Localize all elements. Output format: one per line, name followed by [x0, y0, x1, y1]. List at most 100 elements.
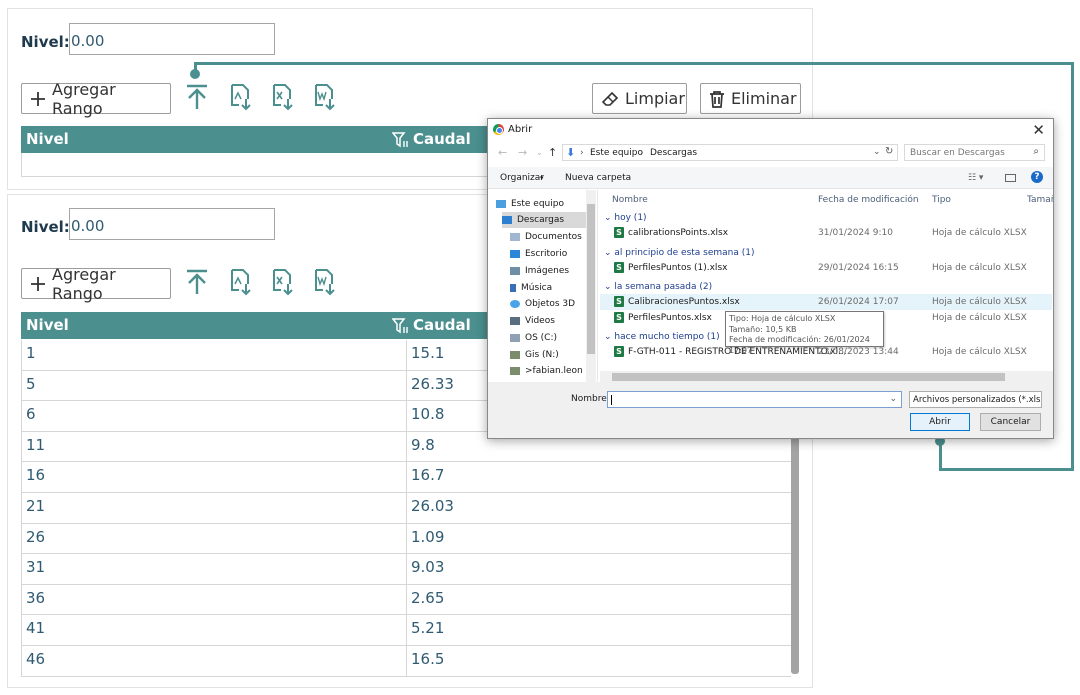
table-row[interactable]: 36 2.65	[21, 584, 791, 616]
nivel-input[interactable]	[69, 208, 275, 240]
nav-label: Música	[521, 283, 553, 293]
drive-icon	[510, 334, 520, 342]
table-row[interactable]: 46 16.5	[21, 645, 791, 677]
file-type-filter[interactable]: Archivos personalizados (*.xlsx;	[909, 391, 1042, 408]
desktop-icon	[510, 250, 520, 258]
filter-icon[interactable]	[391, 318, 408, 338]
file-tooltip: Tipo: Hoja de cálculo XLSX Tamaño: 10,5 …	[725, 311, 884, 355]
table-row[interactable]: 21 26.03	[21, 492, 791, 524]
network-drive-icon	[510, 351, 520, 359]
group-hoy[interactable]: ⌄ hoy (1)	[604, 213, 647, 223]
nav-item-descargas[interactable]: Descargas	[502, 212, 586, 228]
table-row[interactable]: 31 9.03	[21, 554, 791, 585]
search-input[interactable]: Buscar en Descargas ⌕	[904, 144, 1045, 161]
filter-label: Archivos personalizados (*.xlsx;	[913, 395, 1042, 405]
objects-3d-icon	[510, 300, 520, 308]
forward-arrow-icon[interactable]: →	[518, 146, 527, 159]
address-bar[interactable]: ⬇ › Este equipo › Descargas ⌄ ↻	[562, 144, 898, 161]
delete-button[interactable]: Eliminar	[700, 83, 801, 114]
upload-icon[interactable]	[184, 268, 210, 296]
file-row[interactable]: S PerfilesPuntos (1).xlsx 29/01/2024 16:15…	[600, 260, 1052, 276]
open-button[interactable]: Abrir	[910, 413, 970, 431]
upload-icon[interactable]	[184, 83, 210, 111]
delete-label: Eliminar	[731, 89, 797, 108]
preview-pane-icon[interactable]	[1005, 174, 1016, 182]
nivel-input[interactable]	[69, 23, 275, 55]
tooltip-line: Tamaño: 10,5 KB	[729, 324, 797, 334]
nivel-cell: 11	[22, 431, 407, 462]
back-arrow-icon[interactable]: ←	[498, 146, 507, 159]
file-row[interactable]: S CalibracionesPuntos.xlsx 26/01/2024 17:0…	[600, 294, 1052, 310]
group-principio-semana[interactable]: ⌄ al principio de esta semana (1)	[604, 248, 755, 258]
search-placeholder: Buscar en Descargas	[910, 148, 1005, 158]
nav-item-este-equipo[interactable]: Este equipo	[496, 196, 586, 212]
table-row[interactable]: 16 16.7	[21, 462, 791, 493]
organize-menu[interactable]: Organizar	[500, 173, 544, 183]
nav-scroll-thumb[interactable]	[587, 204, 595, 354]
clear-label: Limpiar	[625, 89, 685, 108]
dialog-title: Abrir	[508, 124, 533, 135]
nav-scrollbar[interactable]	[586, 190, 596, 382]
file-row[interactable]: ScalibrationsPoints.xlsx 31/01/2024 9:10 H…	[600, 225, 1052, 241]
group-semana-pasada[interactable]: ⌄ la semana pasada (2)	[604, 282, 712, 292]
chrome-logo-icon	[493, 124, 504, 135]
search-icon: ⌕	[1033, 146, 1039, 157]
nav-item-fabian-leon[interactable]: >fabian.leon (P:)	[510, 363, 586, 379]
trash-icon	[709, 90, 725, 108]
hscroll-thumb[interactable]	[612, 373, 1005, 381]
nav-label: Gis (N:)	[525, 350, 559, 360]
nivel-cell: 31	[22, 554, 407, 584]
caret-down-icon[interactable]: ▾	[540, 174, 544, 182]
crumb-este-equipo[interactable]: Este equipo	[590, 148, 643, 158]
col-nombre[interactable]: Nombre	[612, 195, 648, 205]
col-tamano[interactable]: Tamaño	[1027, 195, 1053, 205]
chevron-down-icon[interactable]: ⌄	[873, 147, 881, 157]
file-date: 29/01/2024 16:15	[818, 263, 899, 273]
table-row[interactable]: 41 5.21	[21, 615, 791, 646]
view-options-icon[interactable]: ☷ ▾	[968, 173, 983, 183]
download-arrow-icon: ⬇	[566, 146, 576, 159]
help-icon[interactable]: ?	[1031, 171, 1043, 183]
file-list-hscrollbar[interactable]	[600, 371, 1053, 382]
download-word-icon[interactable]	[312, 268, 338, 296]
group-hace-mucho[interactable]: ⌄ hace mucho tiempo (1)	[604, 332, 720, 342]
chevron-down-icon[interactable]: ⌄	[889, 394, 897, 404]
file-type: Hoja de cálculo XLSX	[932, 263, 1027, 273]
nav-label: Imágenes	[525, 266, 570, 276]
table-row[interactable]: 26 1.09	[21, 523, 791, 555]
up-arrow-icon[interactable]: ↑	[548, 146, 557, 159]
download-pdf-icon[interactable]	[228, 83, 254, 111]
caudal-cell: 16.7	[411, 466, 445, 485]
music-icon	[510, 284, 516, 292]
new-folder-button[interactable]: Nueva carpeta	[565, 173, 631, 183]
filename-input[interactable]: ⌄	[607, 391, 902, 408]
chevron-down-icon[interactable]: ⌄	[536, 148, 543, 157]
col-fecha[interactable]: Fecha de modificación	[818, 195, 919, 205]
caudal-cell: 16.5	[411, 649, 445, 668]
nivel-cell: 46	[22, 645, 407, 676]
refresh-icon[interactable]: ↻	[885, 146, 893, 157]
clear-button[interactable]: Limpiar	[592, 83, 687, 114]
caudal-cell: 2.65	[411, 588, 445, 607]
download-excel-icon[interactable]	[270, 83, 296, 111]
download-word-icon[interactable]	[312, 83, 338, 111]
download-excel-icon[interactable]	[270, 268, 296, 296]
nivel-cell: 1	[22, 340, 407, 370]
close-icon[interactable]: ✕	[1032, 121, 1045, 139]
add-range-button[interactable]: Agregar Rango	[21, 265, 171, 303]
caudal-cell: 1.09	[411, 527, 445, 546]
download-pdf-icon[interactable]	[228, 268, 254, 296]
navigation-pane: Este equipo Descargas Documentos Escrito…	[488, 190, 598, 382]
filter-icon[interactable]	[391, 132, 408, 152]
add-range-label: Agregar Rango	[52, 79, 116, 118]
network-drive-icon	[510, 367, 520, 375]
excel-file-icon: S	[614, 262, 624, 273]
file-type: Hoja de cálculo XLSX	[932, 347, 1027, 357]
add-range-button[interactable]: Agregar Rango	[21, 80, 171, 118]
col-tipo[interactable]: Tipo	[932, 195, 951, 205]
crumb-descargas[interactable]: Descargas	[650, 148, 697, 158]
tooltip-line: Tipo: Hoja de cálculo XLSX	[729, 314, 836, 323]
excel-file-icon: S	[614, 227, 624, 238]
cancel-button[interactable]: Cancelar	[980, 413, 1041, 431]
file-type: Hoja de cálculo XLSX	[932, 228, 1027, 238]
